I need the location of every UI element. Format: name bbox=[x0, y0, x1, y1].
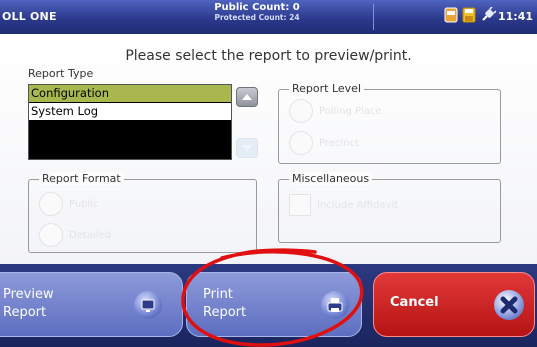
scroll-down-button[interactable] bbox=[236, 138, 258, 158]
power-plug-icon bbox=[480, 6, 497, 27]
option-label: Include Affidavit bbox=[317, 199, 399, 211]
option-label: Precinct bbox=[319, 137, 359, 149]
report-panel: Please select the report to preview/prin… bbox=[0, 34, 537, 264]
arrow-down-icon bbox=[242, 145, 252, 151]
cancel-label: Cancel bbox=[390, 295, 439, 310]
preview-label-line1: Preview bbox=[3, 287, 54, 302]
option-label: Public bbox=[69, 198, 99, 210]
radio-button[interactable] bbox=[289, 131, 313, 155]
miscellaneous-group: Miscellaneous Include Affidavit bbox=[278, 172, 501, 243]
protected-count: Protected Count: 24 bbox=[214, 13, 300, 22]
card-icon bbox=[444, 7, 458, 27]
preview-report-button[interactable]: Preview Report bbox=[0, 272, 183, 337]
radio-polling-place[interactable]: Polling Place bbox=[289, 99, 382, 123]
option-label: Polling Place bbox=[319, 105, 382, 117]
radio-button[interactable] bbox=[39, 223, 63, 247]
report-type-list[interactable]: Configuration System Log bbox=[28, 84, 232, 160]
report-format-group: Report Format Public Detailed bbox=[28, 172, 257, 253]
radio-public[interactable]: Public bbox=[39, 192, 99, 216]
clock: 11:41 AM bbox=[498, 10, 537, 23]
counts: Public Count: 0 Protected Count: 24 bbox=[182, 2, 332, 22]
screen: OLL ONE Public Count: 0 Protected Count:… bbox=[0, 0, 537, 347]
print-label-line1: Print bbox=[203, 287, 233, 302]
radio-button[interactable] bbox=[289, 99, 313, 123]
report-format-label: Report Format bbox=[39, 172, 124, 185]
report-level-label: Report Level bbox=[289, 82, 364, 95]
miscellaneous-label: Miscellaneous bbox=[289, 172, 373, 185]
close-icon bbox=[494, 290, 524, 320]
printer-icon bbox=[321, 291, 349, 319]
list-item-system-log[interactable]: System Log bbox=[29, 103, 231, 121]
header-divider bbox=[373, 4, 374, 30]
status-icons bbox=[444, 6, 497, 27]
preview-label-line2: Report bbox=[3, 305, 47, 320]
public-count: Public Count: 0 bbox=[214, 2, 300, 13]
status-bar: OLL ONE Public Count: 0 Protected Count:… bbox=[0, 0, 537, 34]
list-item-configuration[interactable]: Configuration bbox=[29, 85, 231, 103]
instruction-text: Please select the report to preview/prin… bbox=[125, 48, 412, 64]
radio-detailed[interactable]: Detailed bbox=[39, 223, 111, 247]
report-type-label: Report Type bbox=[28, 67, 94, 80]
report-level-group: Report Level Polling Place Precinct bbox=[278, 82, 501, 164]
monitor-icon bbox=[134, 291, 162, 319]
print-label-line2: Report bbox=[203, 305, 247, 320]
option-label: Detailed bbox=[69, 229, 111, 241]
checkbox-include-affidavit[interactable]: Include Affidavit bbox=[289, 194, 398, 216]
scroll-up-button[interactable] bbox=[236, 87, 258, 107]
app-title: OLL ONE bbox=[2, 10, 57, 23]
cancel-button[interactable]: Cancel bbox=[373, 272, 535, 337]
arrow-up-icon bbox=[242, 94, 252, 100]
checkbox[interactable] bbox=[289, 194, 311, 216]
radio-precinct[interactable]: Precinct bbox=[289, 131, 359, 155]
print-report-button[interactable]: Print Report bbox=[186, 272, 362, 337]
disk-icon bbox=[462, 7, 476, 27]
button-bar: Preview Report Print Report Cancel bbox=[0, 264, 537, 347]
radio-button[interactable] bbox=[39, 192, 63, 216]
